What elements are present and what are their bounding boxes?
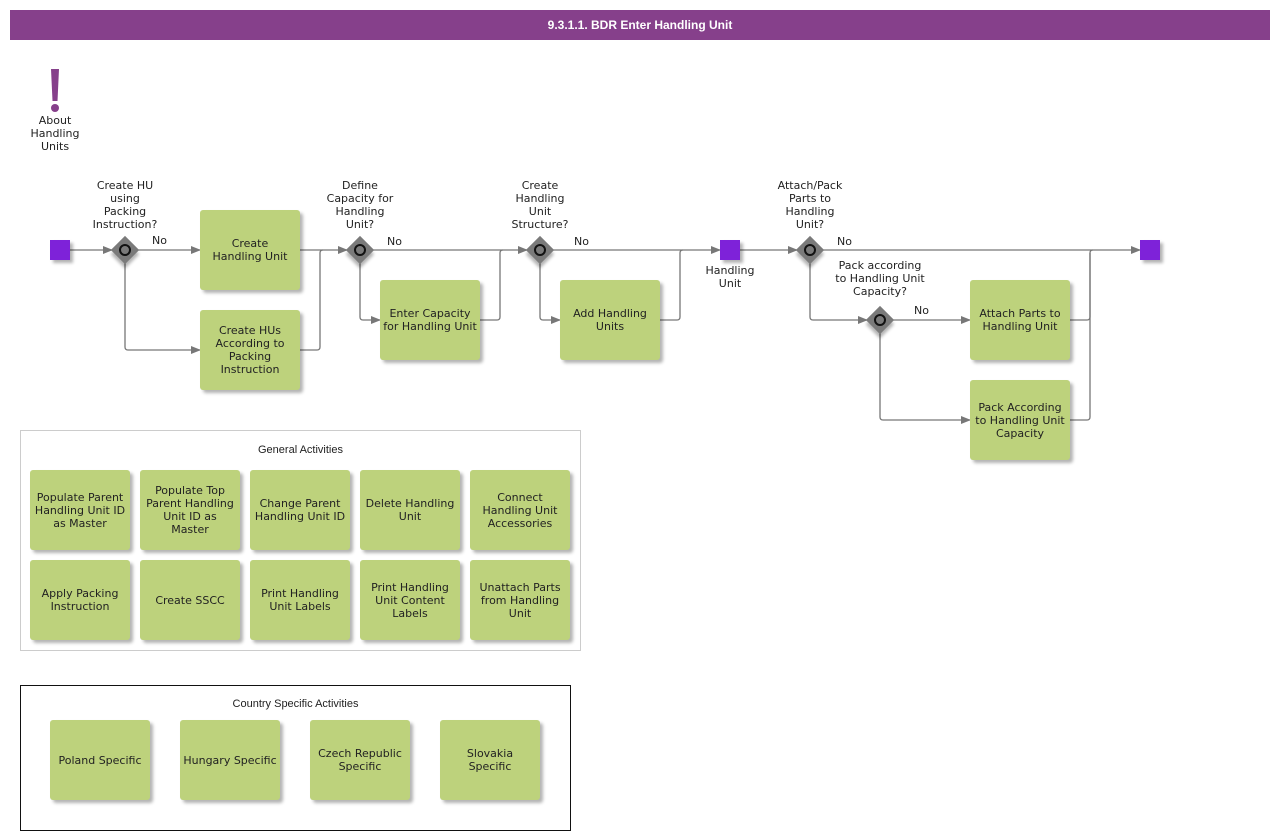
- general-activity[interactable]: Print Handling Unit Content Labels: [360, 560, 460, 640]
- intermediate-event-handling-unit[interactable]: [720, 240, 740, 260]
- flow: [660, 249, 684, 321]
- country-activity[interactable]: Czech Republic Specific: [310, 720, 410, 800]
- flow: [124, 263, 201, 354]
- gateway-question: Pack according to Handling Unit Capacity…: [835, 259, 925, 298]
- gateway-question: Create HU using Packing Instruction?: [92, 179, 158, 231]
- task-pack-according-capacity[interactable]: Pack According to Handling Unit Capacity: [970, 380, 1070, 460]
- task-add-handling-units[interactable]: Add Handling Units: [560, 280, 660, 360]
- gateway-question: Create Handling Unit Structure?: [511, 179, 569, 231]
- flow: [300, 249, 324, 351]
- gateway-ring-icon: [874, 314, 886, 326]
- start-event[interactable]: [50, 240, 70, 260]
- gateway-ring-icon: [119, 244, 131, 256]
- intermediate-event-label: Handling Unit: [705, 264, 755, 290]
- task-enter-capacity[interactable]: Enter Capacity for Handling Unit: [380, 280, 480, 360]
- general-activity[interactable]: Connect Handling Unit Accessories: [470, 470, 570, 550]
- general-activity[interactable]: Delete Handling Unit: [360, 470, 460, 550]
- group-title: General Activities: [258, 444, 343, 456]
- gateway-ring-icon: [534, 244, 546, 256]
- country-activity[interactable]: Poland Specific: [50, 720, 150, 800]
- no-label: No: [387, 235, 402, 248]
- group-title: Country Specific Activities: [232, 698, 359, 710]
- flow: [879, 333, 971, 424]
- flow: [539, 263, 561, 324]
- end-event[interactable]: [1140, 240, 1160, 260]
- no-label: No: [914, 304, 929, 317]
- flow: [1070, 253, 1091, 421]
- general-activity[interactable]: Populate Top Parent Handling Unit ID as …: [140, 470, 240, 550]
- general-activity[interactable]: Create SSCC: [140, 560, 240, 640]
- no-label: No: [574, 235, 589, 248]
- general-activity[interactable]: Apply Packing Instruction: [30, 560, 130, 640]
- flow: [480, 249, 504, 321]
- no-label: No: [152, 234, 167, 247]
- gateway-ring-icon: [804, 244, 816, 256]
- gateway-ring-icon: [354, 244, 366, 256]
- general-activity[interactable]: Unattach Parts from Handling Unit: [470, 560, 570, 640]
- country-activity[interactable]: Slovakia Specific: [440, 720, 540, 800]
- gateway-question: Define Capacity for Handling Unit?: [326, 179, 394, 231]
- general-activity[interactable]: Populate Parent Handling Unit ID as Mast…: [30, 470, 130, 550]
- task-attach-parts[interactable]: Attach Parts to Handling Unit: [970, 280, 1070, 360]
- country-activity[interactable]: Hungary Specific: [180, 720, 280, 800]
- gateway-question: Attach/Pack Parts to Handling Unit?: [777, 179, 843, 231]
- task-create-handling-unit[interactable]: Create Handling Unit: [200, 210, 300, 290]
- task-create-hus-packing-instruction[interactable]: Create HUs According to Packing Instruct…: [200, 310, 300, 390]
- flow: [359, 263, 381, 324]
- general-activity[interactable]: Print Handling Unit Labels: [250, 560, 350, 640]
- general-activity[interactable]: Change Parent Handling Unit ID: [250, 470, 350, 550]
- no-label: No: [837, 235, 852, 248]
